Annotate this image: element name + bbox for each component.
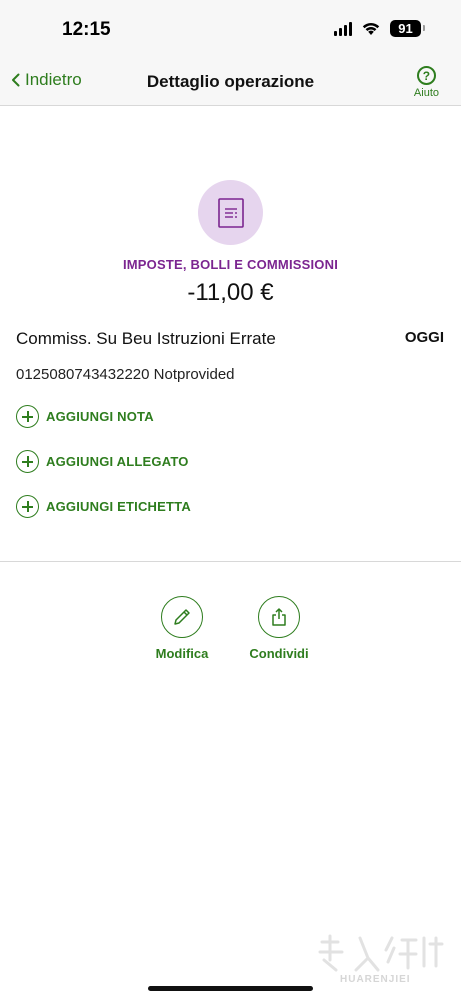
- transaction-date: OGGI: [404, 329, 444, 346]
- share-icon: [258, 596, 300, 638]
- edit-label: Modifica: [155, 646, 209, 661]
- plus-circle-icon: [16, 450, 39, 473]
- help-label: Aiuto: [413, 87, 439, 99]
- battery-icon: 91: [390, 20, 425, 37]
- add-note-label: AGGIUNGI NOTA: [46, 409, 154, 424]
- section-divider: [0, 561, 461, 562]
- watermark-text: HUARENJIEI: [340, 974, 411, 985]
- signal-icon: [334, 21, 352, 36]
- plus-circle-icon: [16, 495, 39, 518]
- transaction-description: Commiss. Su Beu Istruzioni Errate: [16, 329, 276, 348]
- add-tag-button[interactable]: AGGIUNGI ETICHETTA: [16, 495, 191, 518]
- amount: -11,00 €: [187, 279, 274, 306]
- wifi-icon: [362, 23, 380, 35]
- back-button[interactable]: Indietro: [11, 70, 82, 90]
- chevron-left-icon: [12, 73, 20, 87]
- share-label: Condividi: [249, 646, 309, 661]
- transaction-reference: 0125080743432220 Notprovided: [16, 366, 235, 383]
- status-time: 12:15: [62, 19, 111, 40]
- status-icons: 91: [334, 20, 425, 37]
- status-bar: 12:15 91: [0, 0, 461, 56]
- add-tag-label: AGGIUNGI ETICHETTA: [46, 499, 191, 514]
- category-label: IMPOSTE, BOLLI E COMMISSIONI: [122, 257, 339, 272]
- nav-bar: Indietro Dettaglio operazione ? Aiuto: [0, 56, 461, 106]
- edit-button[interactable]: Modifica: [142, 596, 222, 661]
- help-button[interactable]: ? Aiuto: [414, 66, 439, 99]
- home-indicator[interactable]: [148, 986, 313, 991]
- battery-level: 91: [398, 21, 413, 36]
- plus-circle-icon: [16, 405, 39, 428]
- pencil-icon: [161, 596, 203, 638]
- share-button[interactable]: Condividi: [239, 596, 319, 661]
- question-circle-icon: ?: [416, 66, 436, 85]
- document-icon: [217, 197, 244, 228]
- add-note-button[interactable]: AGGIUNGI NOTA: [16, 405, 154, 428]
- add-attachment-label: AGGIUNGI ALLEGATO: [46, 454, 189, 469]
- category-avatar: [198, 180, 263, 245]
- add-attachment-button[interactable]: AGGIUNGI ALLEGATO: [16, 450, 189, 473]
- back-label: Indietro: [25, 70, 82, 89]
